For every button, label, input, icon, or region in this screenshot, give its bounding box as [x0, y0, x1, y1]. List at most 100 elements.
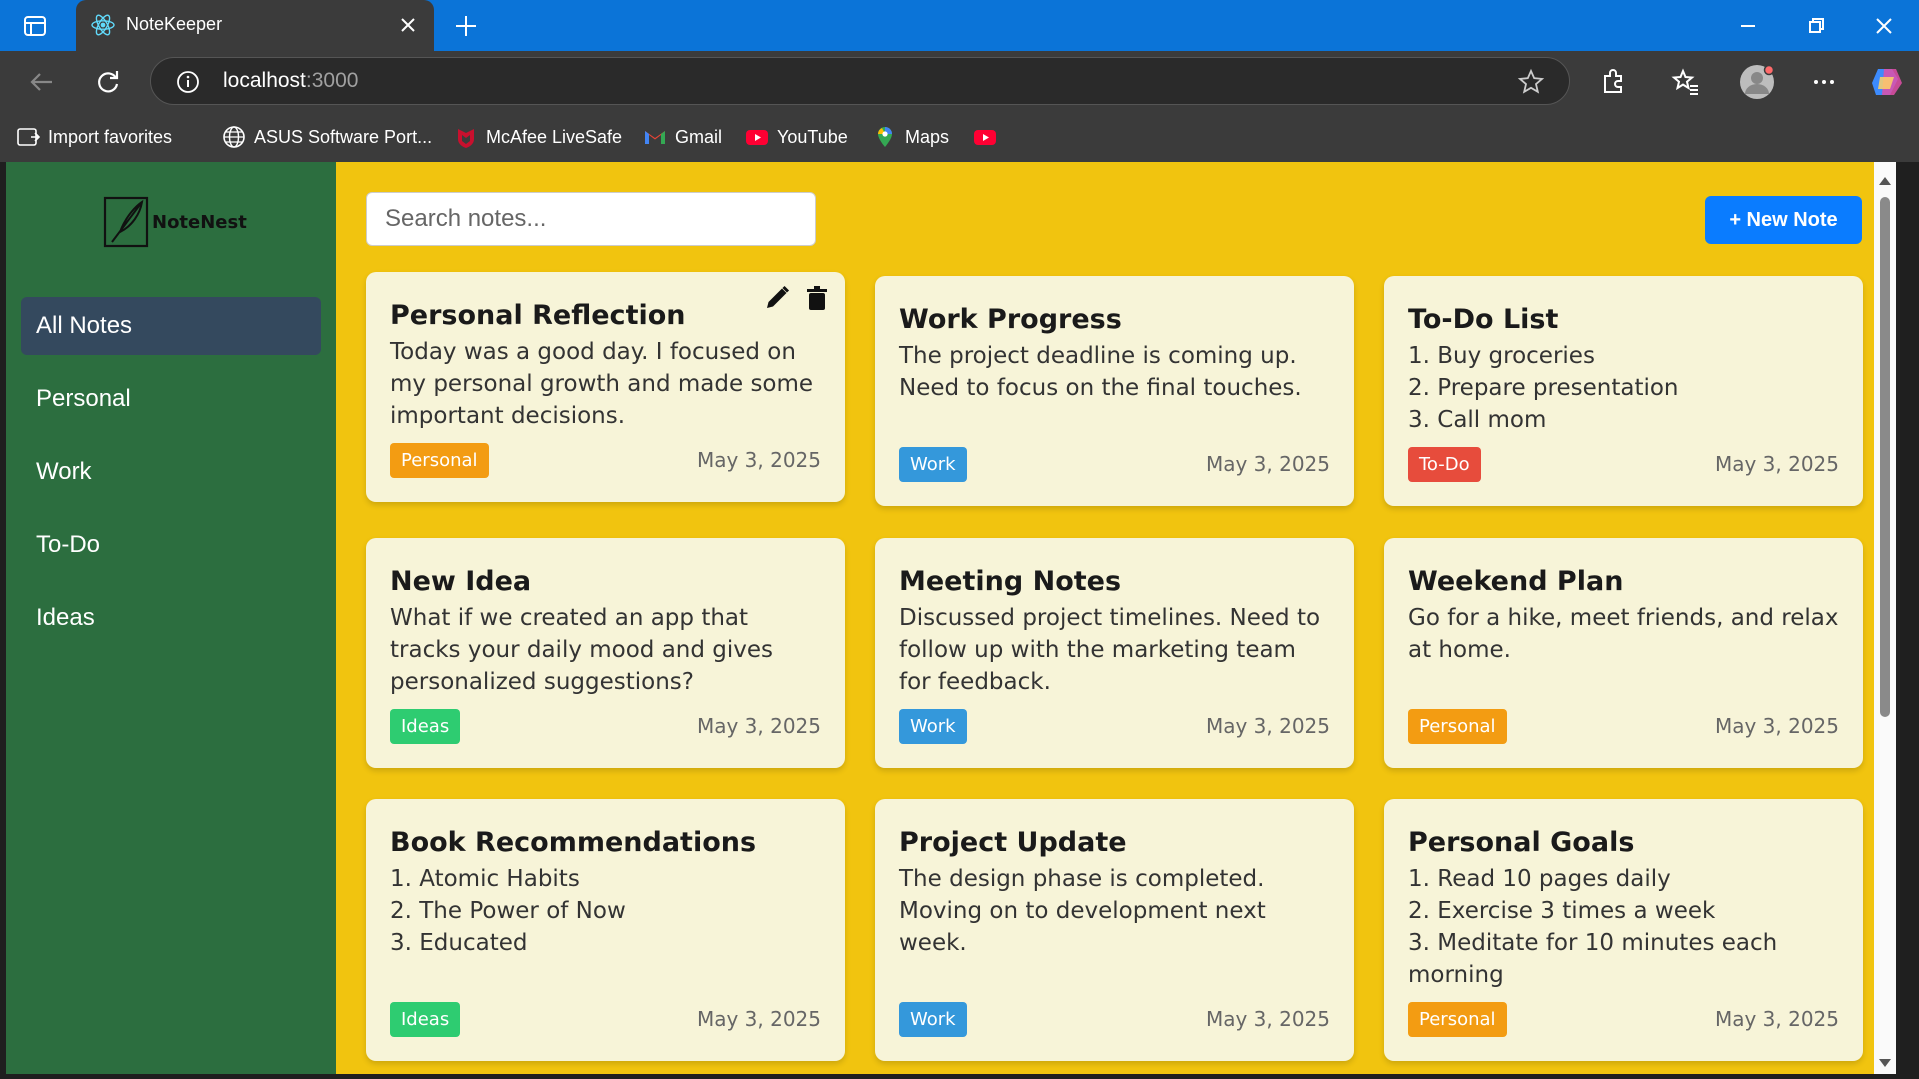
note-card[interactable]: To-Do List 1. Buy groceries 2. Prepare p…	[1384, 276, 1863, 506]
bookmark-maps[interactable]: Maps	[873, 125, 949, 149]
note-title: Personal Reflection	[390, 300, 686, 331]
bookmark-label: ASUS Software Port...	[254, 126, 433, 147]
note-tag: Ideas	[390, 709, 461, 744]
address-bar[interactable]: localhost:3000	[150, 57, 1570, 105]
note-date: May 3, 2025	[1205, 1007, 1330, 1031]
note-tag: Work	[899, 709, 967, 744]
browser-titlebar: NoteKeeper	[0, 0, 1919, 51]
bookmark-import-favorites[interactable]: Import favorites	[16, 125, 172, 149]
note-title: New Idea	[390, 566, 532, 597]
maps-icon	[873, 125, 897, 149]
react-favicon-icon	[90, 12, 116, 38]
import-favorites-icon	[16, 125, 41, 149]
note-card[interactable]: Meeting Notes Discussed project timeline…	[875, 538, 1354, 768]
back-arrow-icon[interactable]	[26, 66, 58, 98]
youtube-icon	[973, 125, 997, 149]
note-title: Work Progress	[899, 304, 1122, 335]
note-title: Personal Goals	[1408, 827, 1635, 858]
note-body: Today was a good day. I focused on my pe…	[390, 339, 814, 429]
note-date: May 3, 2025	[696, 1007, 821, 1031]
nav-personal[interactable]: Personal	[21, 370, 321, 428]
bookmark-asus[interactable]: ASUS Software Port...	[222, 125, 432, 149]
close-window-icon[interactable]	[1870, 12, 1898, 40]
tab-title: NoteKeeper	[126, 14, 223, 34]
globe-icon	[222, 125, 246, 149]
site-info-icon[interactable]	[175, 69, 201, 95]
note-card[interactable]: New Idea What if we created an app that …	[366, 538, 845, 768]
gmail-icon	[643, 125, 667, 149]
bookmark-mcafee[interactable]: McAfee LiveSafe	[454, 125, 622, 149]
note-tag: Ideas	[390, 1002, 461, 1037]
extensions-icon[interactable]	[1597, 66, 1629, 98]
note-date: May 3, 2025	[1714, 452, 1839, 476]
profile-avatar[interactable]	[1738, 63, 1776, 101]
sidebar-toggle-icon[interactable]	[22, 13, 48, 39]
bookmark-label: Gmail	[675, 126, 723, 147]
bookmark-label: McAfee LiveSafe	[486, 126, 623, 147]
nav-all-notes[interactable]: All Notes	[21, 297, 321, 355]
scroll-up-arrow-icon[interactable]	[1878, 172, 1892, 185]
note-card[interactable]: Personal Goals 1. Read 10 pages daily 2.…	[1384, 799, 1863, 1061]
note-card[interactable]: Personal Reflection Today was a good day…	[366, 272, 845, 502]
bookmarks-bar: Import favorites ASUS Software Port... M…	[0, 113, 1919, 162]
note-body: The design phase is completed. Moving on…	[899, 866, 1266, 956]
scroll-down-arrow-icon[interactable]	[1878, 1054, 1892, 1067]
bookmark-label: YouTube	[777, 126, 848, 147]
new-note-button[interactable]: + New Note	[1705, 196, 1862, 244]
refresh-icon[interactable]	[92, 66, 124, 98]
search-notes-input[interactable]	[366, 192, 816, 246]
note-date: May 3, 2025	[1205, 714, 1330, 738]
note-title: Weekend Plan	[1408, 566, 1624, 597]
url-host: localhost	[223, 69, 306, 92]
nav-todo[interactable]: To-Do	[21, 516, 321, 574]
url-port: :3000	[305, 69, 359, 92]
note-date: May 3, 2025	[1205, 452, 1330, 476]
note-tag: Personal	[1408, 709, 1507, 744]
note-tag: Personal	[1408, 1002, 1507, 1037]
restore-icon[interactable]	[1802, 12, 1830, 40]
favorites-collection-icon[interactable]	[1670, 66, 1702, 98]
url-text: localhost:3000	[223, 69, 358, 93]
note-date: May 3, 2025	[696, 714, 821, 738]
scrollbar-thumb[interactable]	[1880, 197, 1890, 717]
more-options-icon[interactable]	[1808, 66, 1840, 98]
bookmark-youtube-icon-only[interactable]	[973, 125, 997, 149]
delete-trash-icon[interactable]	[803, 284, 831, 312]
copilot-icon[interactable]	[1868, 63, 1906, 101]
note-body: 1. Buy groceries 2. Prepare presentation…	[1408, 343, 1679, 433]
bookmark-label: Import favorites	[48, 126, 173, 147]
app-logo[interactable]: NoteNest	[102, 192, 262, 252]
bookmark-gmail[interactable]: Gmail	[643, 125, 722, 149]
note-body: Go for a hike, meet friends, and relax a…	[1408, 605, 1839, 663]
youtube-icon	[745, 125, 769, 149]
browser-tab[interactable]: NoteKeeper	[76, 0, 434, 51]
note-card[interactable]: Weekend Plan Go for a hike, meet friends…	[1384, 538, 1863, 768]
note-card[interactable]: Book Recommendations 1. Atomic Habits 2.…	[366, 799, 845, 1061]
note-date: May 3, 2025	[696, 448, 821, 472]
note-body: What if we created an app that tracks yo…	[390, 605, 774, 695]
nav-ideas[interactable]: Ideas	[21, 589, 321, 647]
feather-pen-icon	[102, 194, 150, 250]
bookmark-youtube[interactable]: YouTube	[745, 125, 848, 149]
note-body: 1. Atomic Habits 2. The Power of Now 3. …	[390, 866, 626, 956]
note-body: 1. Read 10 pages daily 2. Exercise 3 tim…	[1408, 866, 1778, 988]
new-tab-icon[interactable]	[452, 12, 480, 40]
minimize-icon[interactable]	[1734, 12, 1762, 40]
favorite-star-icon[interactable]	[1517, 68, 1545, 96]
note-title: Meeting Notes	[899, 566, 1122, 597]
note-date: May 3, 2025	[1714, 1007, 1839, 1031]
note-tag: Work	[899, 447, 967, 482]
edit-pencil-icon[interactable]	[763, 284, 791, 312]
notes-app: NoteNest All Notes Personal Work To-Do I…	[6, 162, 1896, 1074]
note-body: Discussed project timelines. Need to fol…	[899, 605, 1321, 695]
nav-work[interactable]: Work	[21, 443, 321, 501]
note-card[interactable]: Project Update The design phase is compl…	[875, 799, 1354, 1061]
close-tab-icon[interactable]	[396, 13, 420, 37]
page-scrollbar[interactable]	[1874, 162, 1896, 1074]
note-title: To-Do List	[1408, 304, 1559, 335]
note-title: Book Recommendations	[390, 827, 757, 858]
mcafee-icon	[454, 125, 478, 149]
app-sidebar: NoteNest All Notes Personal Work To-Do I…	[6, 162, 336, 1074]
note-card[interactable]: Work Progress The project deadline is co…	[875, 276, 1354, 506]
note-title: Project Update	[899, 827, 1127, 858]
